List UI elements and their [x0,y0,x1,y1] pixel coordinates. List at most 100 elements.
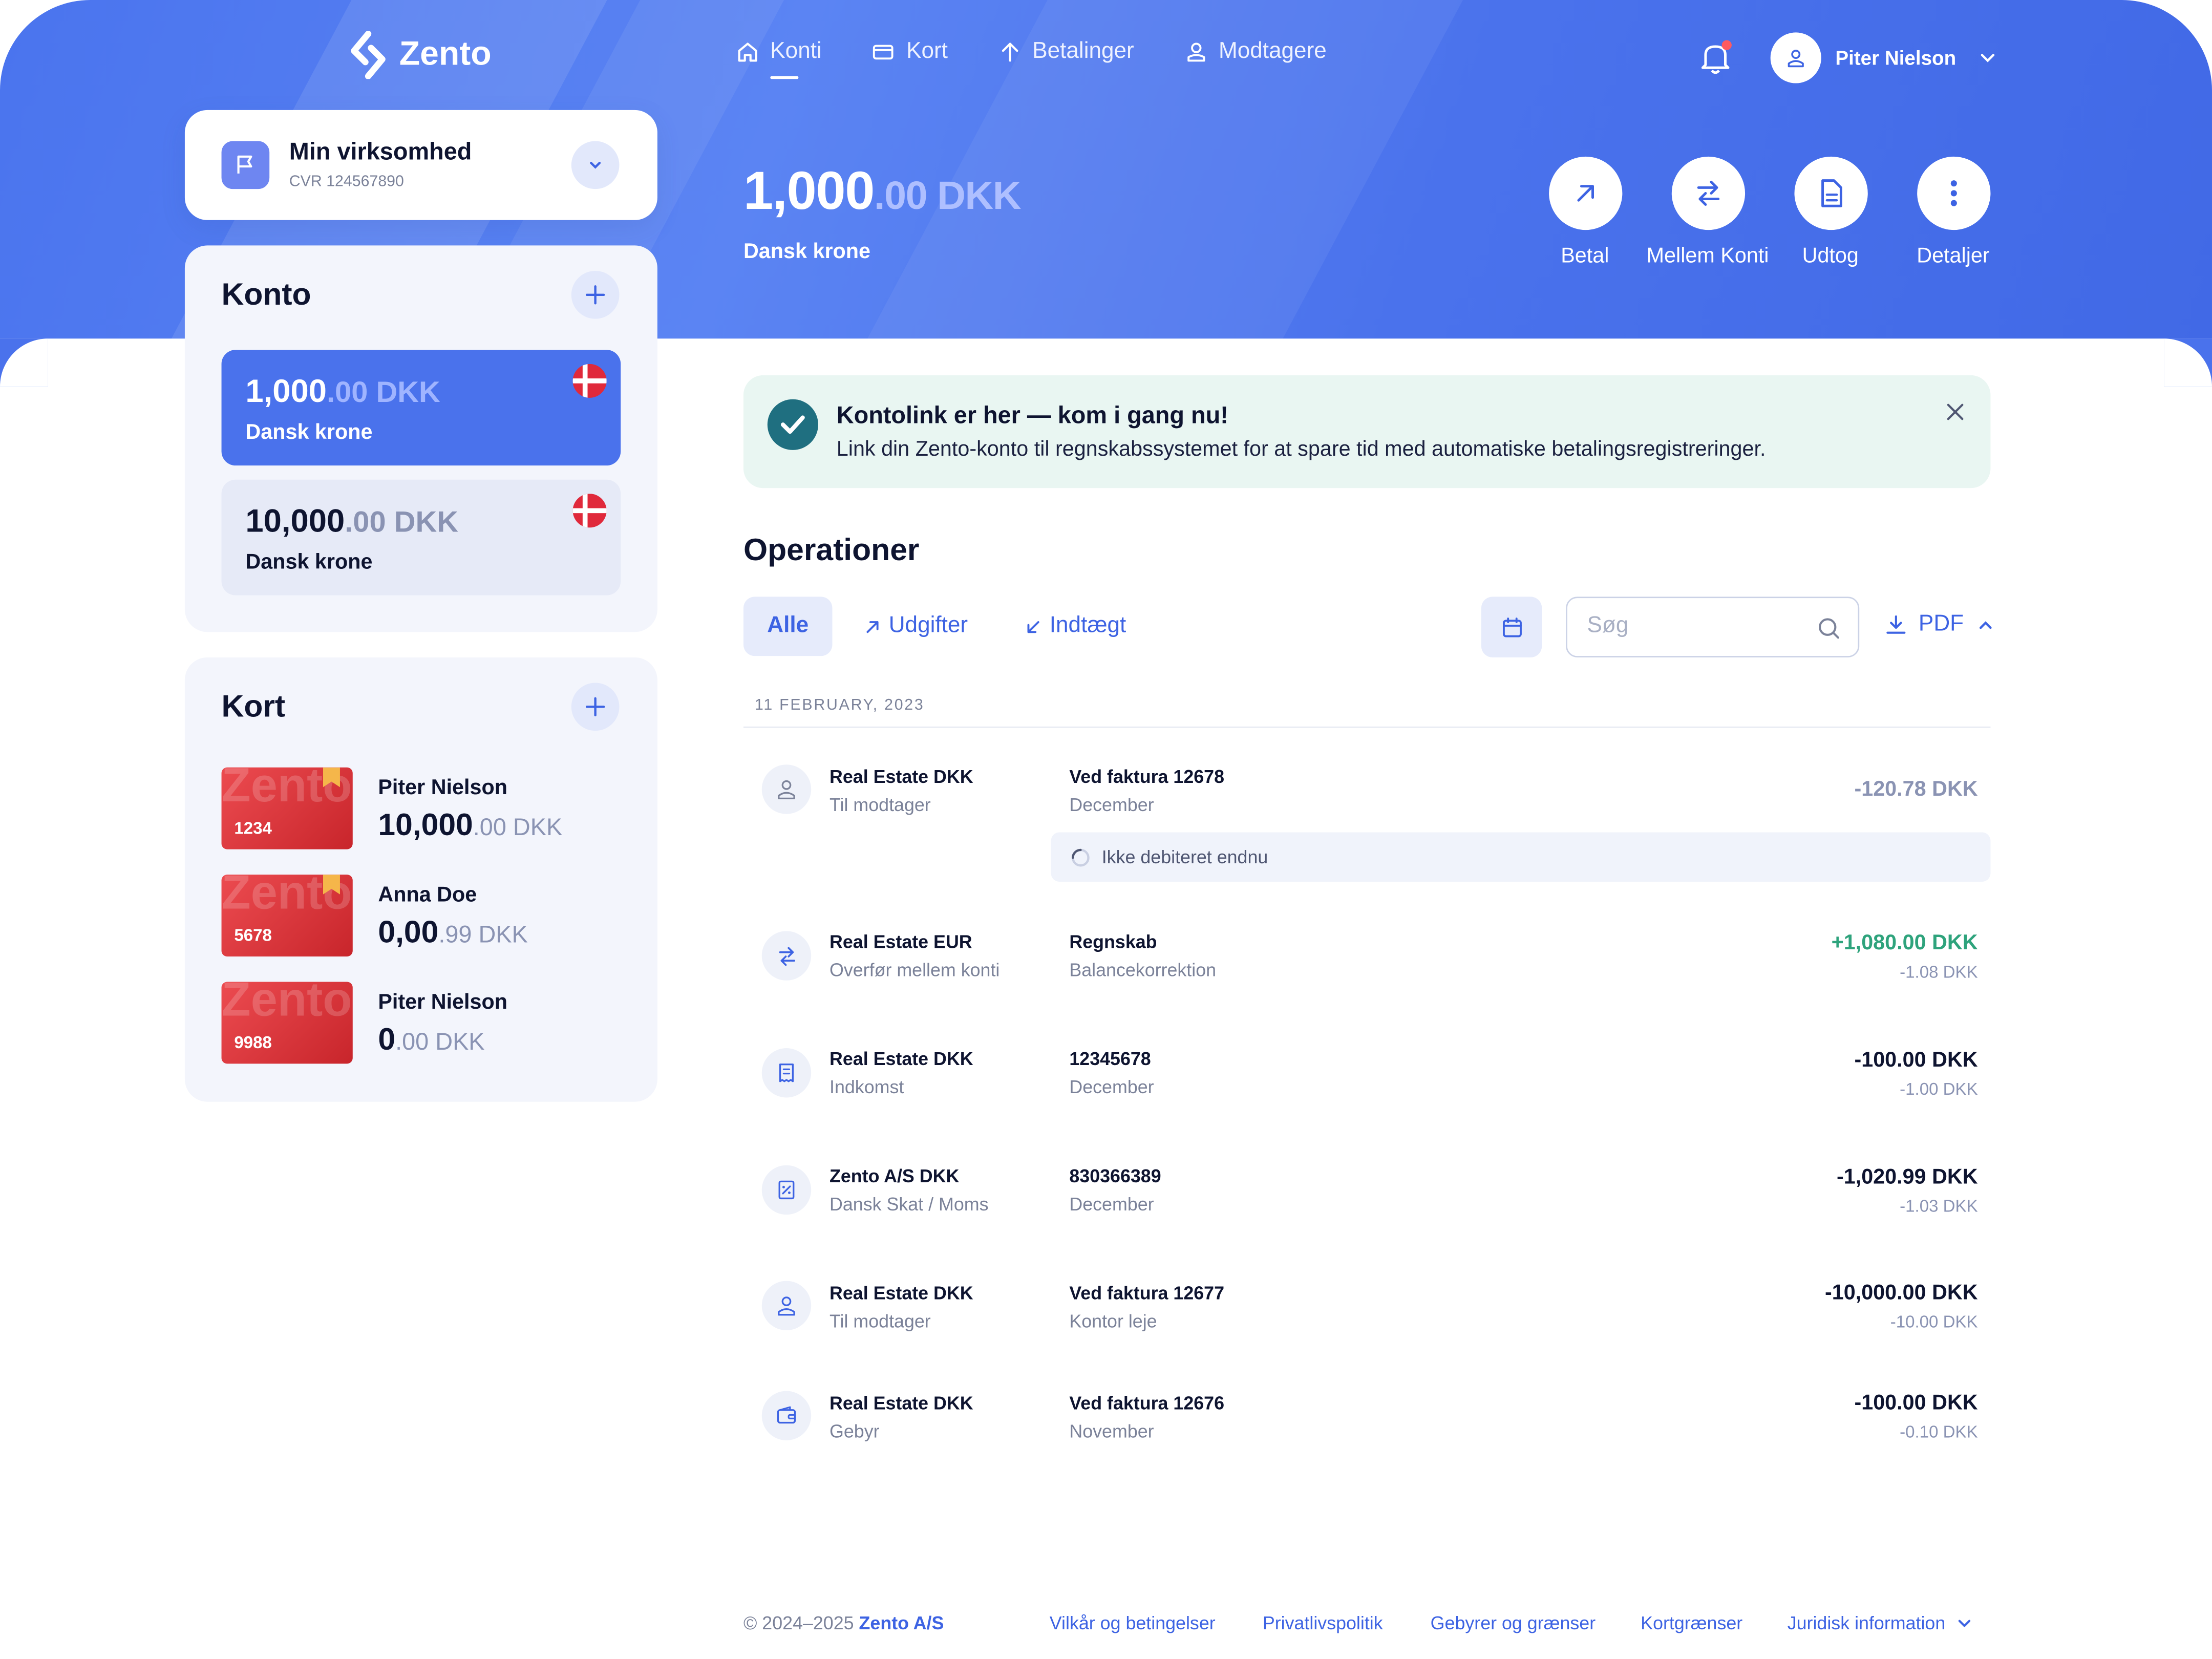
filter-label: Udgifter [888,613,968,638]
card-balance-integer: 0,00 [378,914,439,950]
action-circle[interactable] [1916,156,1990,230]
search-input[interactable] [1584,612,1816,641]
home-icon [738,42,757,62]
transaction-name[interactable]: Real Estate DKK [830,766,973,787]
brand-logo[interactable]: Zento [349,31,492,79]
banner-title: Kontolink er her — kom i gang nu! [836,402,1228,429]
footer-link-label: Juridisk information [1787,1612,1946,1634]
chevron-up-icon [1979,620,1992,628]
banner-text: Link din Zento-konto til regnskabssystem… [836,437,1766,461]
company-link[interactable]: Zento A/S [859,1612,944,1633]
filter-alle[interactable]: Alle [743,597,833,656]
user-menu[interactable]: Piter Nielson [1770,32,1996,83]
user-icon [1788,50,1804,68]
add-card-button[interactable] [571,683,620,731]
transaction-icon [761,764,812,814]
action-label: Udtog [1802,244,1859,268]
nav-label: Konti [770,39,822,63]
check-circle-icon [767,399,818,450]
transaction-period: Balancekorrektion [1069,959,1217,981]
plus-icon [585,285,605,305]
nav-kort[interactable]: Kort [873,39,948,65]
transaction-name[interactable]: Real Estate EUR [830,931,972,952]
top-nav: Konti Kort Betalinger Modtagere [736,39,1327,79]
pending-status: Ikke debiteret endnu [1051,832,1991,882]
footer-link-fees[interactable]: Gebyrer og grænser [1431,1612,1596,1633]
account-currency: Dansk krone [245,550,373,575]
transaction-amount: +1,080.00 DKK [1831,931,1978,955]
date-picker-button[interactable] [1481,597,1542,657]
payment-card[interactable]: Zento 9988 [221,982,353,1064]
flag-icon [237,155,252,174]
wallet-icon [777,1406,796,1424]
add-account-button[interactable] [571,270,620,319]
footer-link-terms[interactable]: Vilkår og betingelser [1050,1612,1216,1633]
balance-decimal: .00 DKK [874,173,1022,218]
transaction-amount: -1,020.99 DKK [1836,1165,1978,1189]
payment-card[interactable]: Zento 1234 [221,767,353,849]
filter-indtaegt[interactable]: Indtægt [1026,597,1126,656]
transaction-name[interactable]: Zento A/S DKK [830,1165,959,1186]
transaction-icon [761,1281,812,1331]
transaction-reference: 830366389 [1069,1165,1161,1187]
arrow-up-right-icon [1577,185,1593,202]
pdf-export-button[interactable]: PDF [1885,612,1993,638]
balance-integer: 1,000 [743,162,875,222]
action-udtog[interactable]: Udtog [1793,156,1868,268]
transaction-type: Overfør mellem konti [829,959,1000,981]
business-dropdown-button[interactable] [571,141,620,189]
action-circle[interactable] [1671,156,1745,230]
account-item[interactable]: 1,000.00 DKK Dansk krone [221,350,621,466]
transaction-type: Til modtager [829,794,931,816]
denmark-flag-icon [572,494,607,528]
card-balance: 0.00 DKK [378,1022,484,1058]
transaction-amount: -10,000.00 DKK [1824,1281,1978,1305]
account-item[interactable]: 10,000.00 DKK Dansk krone [221,479,621,595]
transaction-name[interactable]: Real Estate DKK [830,1392,973,1413]
nav-modtagere[interactable]: Modtagere [1185,39,1327,65]
footer-link-card-limits[interactable]: Kortgrænser [1641,1612,1742,1633]
check-icon [780,415,805,434]
action-circle[interactable] [1794,156,1867,230]
card-balance-decimal: .99 DKK [438,921,528,948]
accounts-panel: Konto 1,000.00 DKK Dansk krone 10,000.00… [184,245,657,632]
chevron-down-icon [1980,54,1994,62]
filter-label: Alle [767,613,809,638]
recipients-icon [1187,42,1205,62]
notifications-button[interactable] [1698,39,1732,76]
transaction-reference: Ved faktura 12678 [1069,766,1225,788]
card-balance: 10,000.00 DKK [378,807,562,844]
transaction-name[interactable]: Real Estate DKK [830,1048,973,1069]
receipt-icon [779,1064,794,1082]
account-currency: Dansk krone [245,420,373,444]
nav-betalinger[interactable]: Betalinger [998,39,1134,65]
swap-icon [778,946,795,965]
operations-title: Operationer [743,531,920,567]
transaction-amount: -120.78 DKK [1854,777,1978,801]
transaction-name[interactable]: Real Estate DKK [830,1282,973,1303]
card-number: 1234 [234,818,272,838]
transaction-icon [761,931,812,981]
search-icon[interactable] [1817,616,1841,641]
action-detaljer[interactable]: Detaljer [1916,156,1990,268]
transaction-type: Gebyr [829,1420,880,1442]
accounts-title: Konto [221,276,311,312]
filter-udgifter[interactable]: Udgifter [865,597,968,656]
copyright-text: © 2024–2025 [743,1612,854,1634]
promo-banner: Kontolink er her — kom i gang nu! Link d… [743,375,1991,488]
footer-link-legal[interactable]: Juridisk information [1788,1612,1972,1633]
nav-konti[interactable]: Konti [736,39,822,79]
more-vertical-icon [1950,180,1956,206]
transaction-icon [761,1048,812,1098]
business-selector[interactable]: Min virksomhed CVR 124567890 [184,110,657,220]
action-circle[interactable] [1548,156,1622,230]
app-root: Zento Konti Kort Betalinger Modtagere Pi… [0,0,2212,1659]
close-icon[interactable] [1944,400,1967,423]
avatar [1770,32,1821,83]
footer-link-privacy[interactable]: Privatlivspolitik [1263,1612,1383,1633]
action-mellem-konti[interactable]: Mellem Konti [1647,156,1769,268]
action-betal[interactable]: Betal [1547,156,1622,268]
account-balance-integer: 1,000 [245,372,327,409]
payment-card[interactable]: Zento 5678 [221,875,353,956]
user-icon [778,780,795,800]
